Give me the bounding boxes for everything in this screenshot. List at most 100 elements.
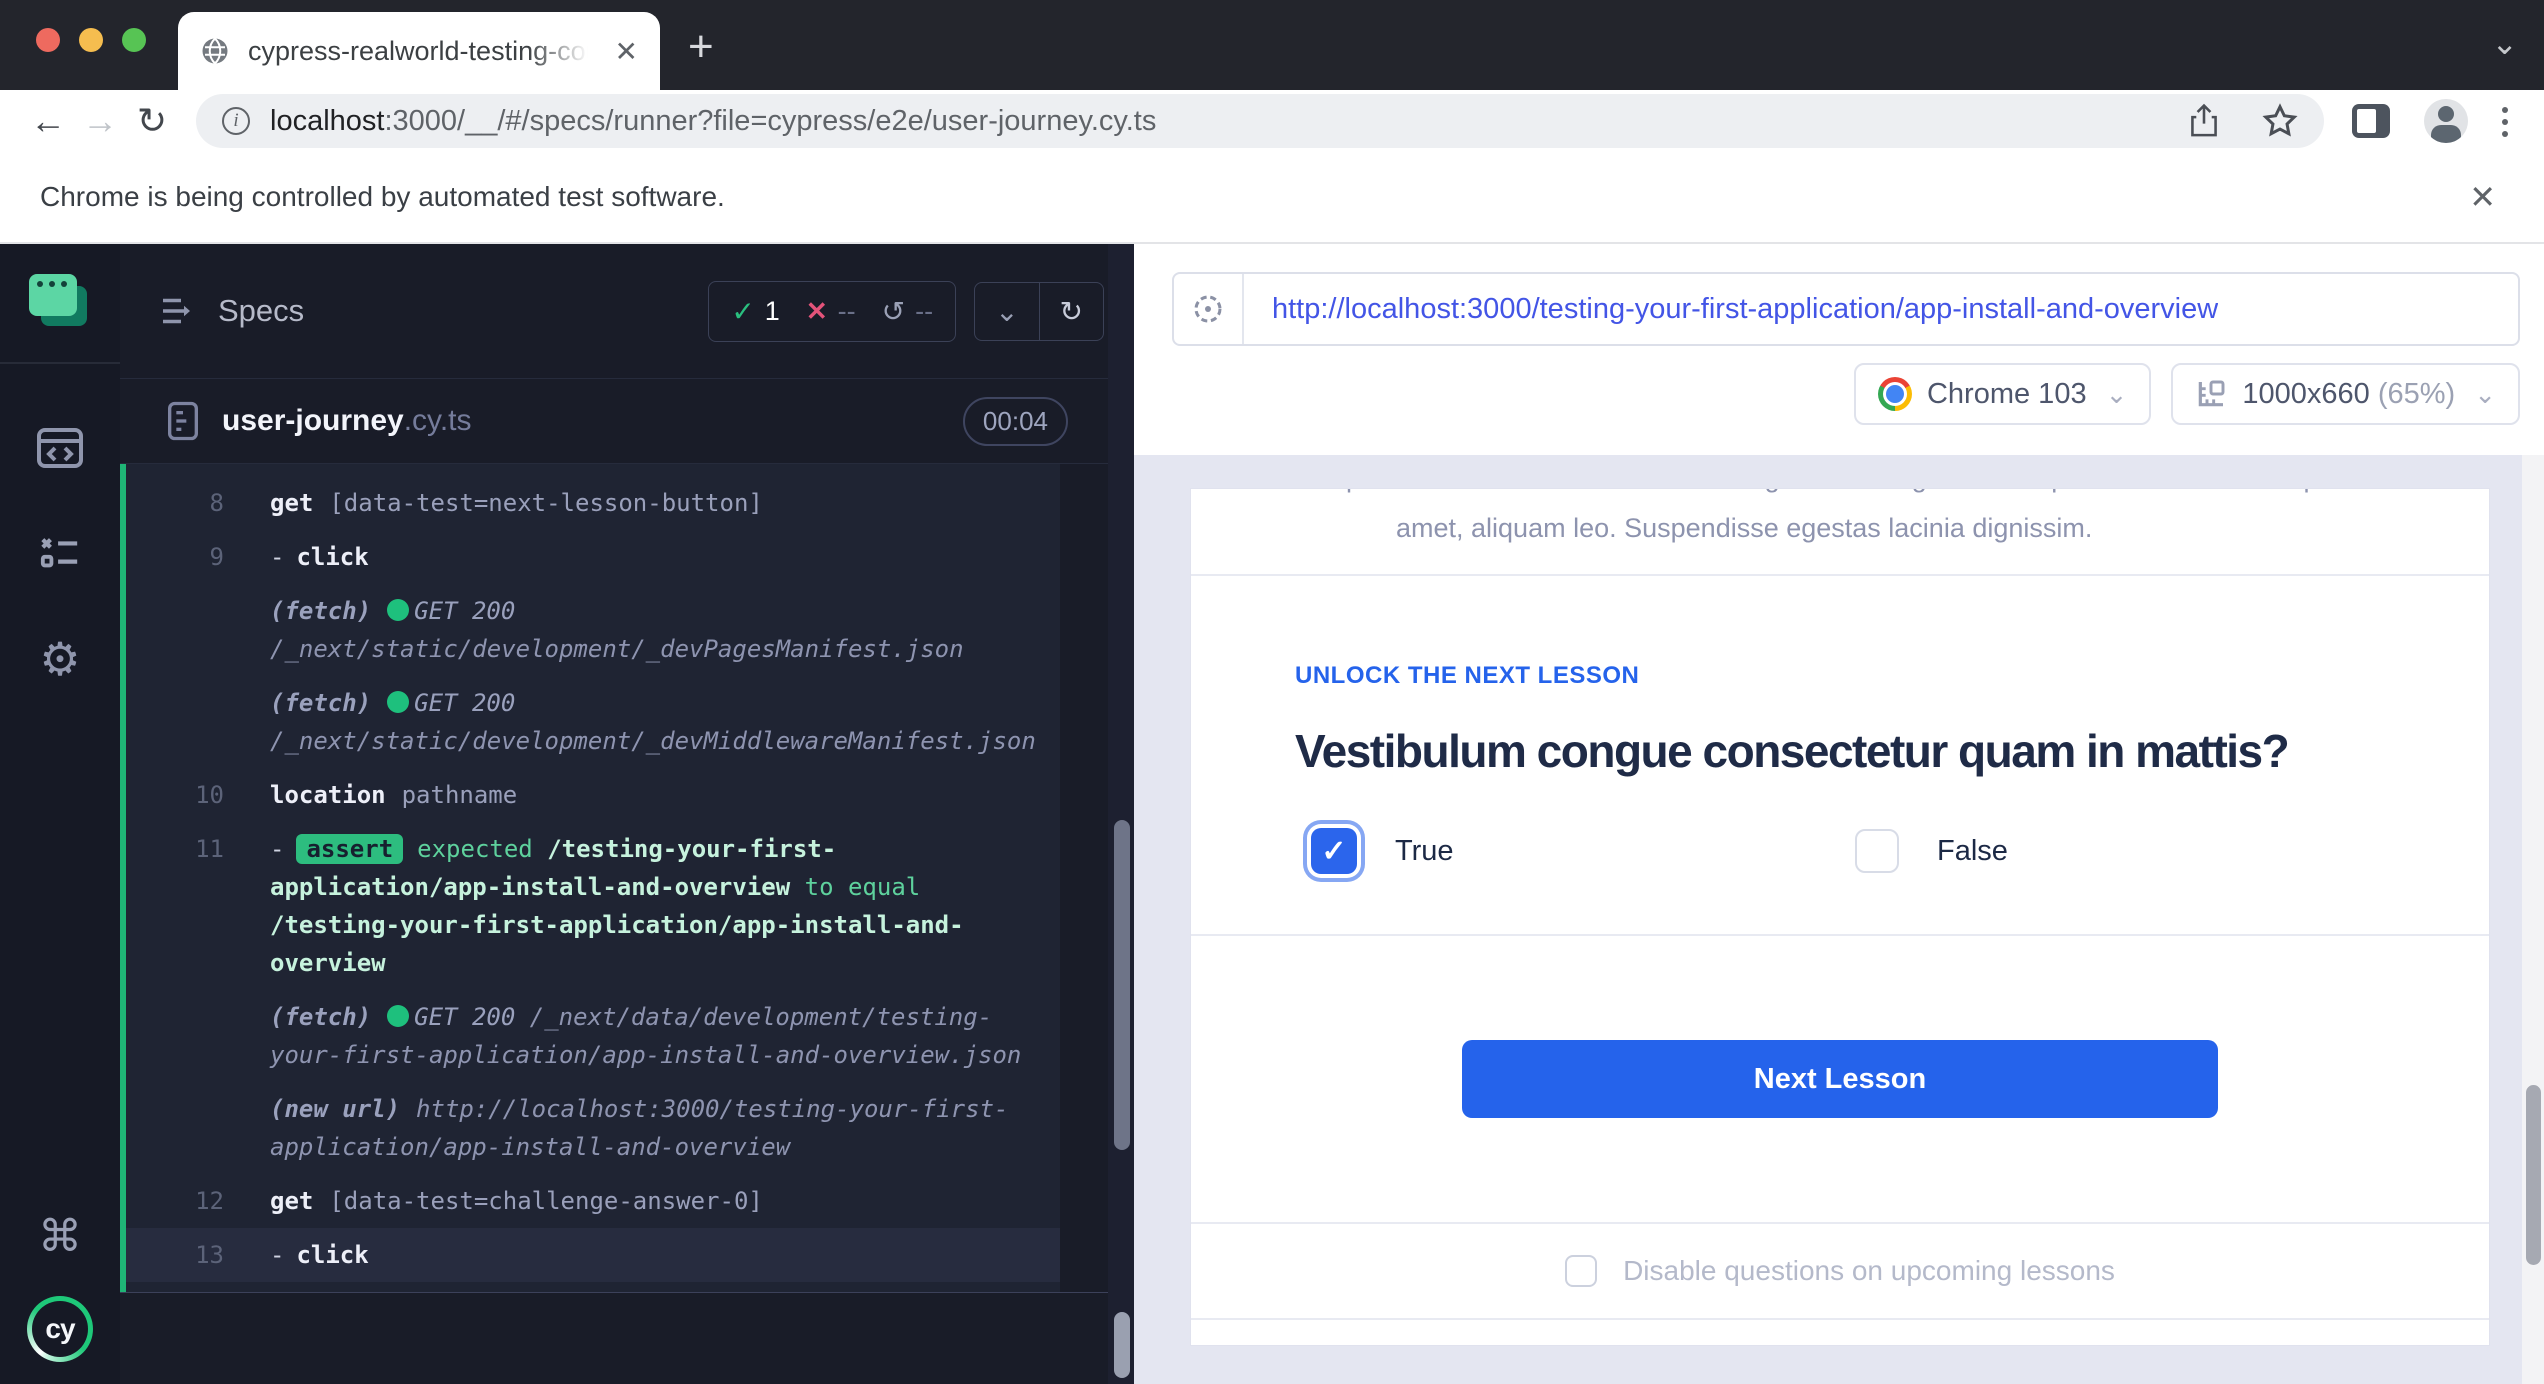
specs-header: Specs ✓1 ✕-- ↺-- ⌄ ↻ [120, 244, 1134, 378]
answer-true[interactable]: ✓ True [1295, 828, 1855, 874]
site-info-icon[interactable]: i [222, 107, 250, 135]
challenge-answers: ✓ True False [1295, 828, 2489, 874]
specs-list-icon[interactable] [160, 296, 196, 326]
reporter-scrollbar[interactable] [1108, 244, 1134, 1384]
browser-tab[interactable]: cypress-realworld-testing-cou ✕ [178, 12, 660, 90]
address-bar[interactable]: i localhost:3000/__/#/specs/runner?file=… [196, 94, 2324, 148]
tabstrip-chevron-icon[interactable]: ⌄ [2491, 24, 2518, 62]
reporter-scrollbar-thumb[interactable] [1114, 820, 1130, 1150]
line-number [126, 998, 270, 1074]
spec-file-name: user-journey.cy.ts [222, 404, 472, 438]
sidebar-item-settings[interactable]: ⚙ [39, 636, 80, 682]
browser-select-label: Chrome 103 [1927, 378, 2087, 411]
specs-title: Specs [218, 293, 304, 329]
viewport-size-label: 1000x660 (65%) [2242, 378, 2455, 411]
passed-check-icon: ✓ [731, 295, 754, 328]
log-command-row-active[interactable]: 13 -click [126, 1228, 1060, 1282]
close-window-button[interactable] [36, 28, 60, 52]
line-number: 11 [126, 830, 270, 982]
minimize-window-button[interactable] [79, 28, 103, 52]
checkbox-false-unchecked[interactable] [1855, 829, 1899, 873]
log-event-row[interactable]: (fetch)GET 200 /_next/data/development/t… [126, 990, 1060, 1082]
command-log: 8 get[data-test=next-lesson-button] 9 -c… [120, 464, 1060, 1292]
aut-url-bar: http://localhost:3000/testing-your-first… [1172, 272, 2520, 346]
reporter-actions: ⌄ ↻ [974, 282, 1104, 341]
status-dot-icon [387, 1005, 409, 1027]
cypress-app-logo[interactable] [29, 274, 91, 332]
status-dot-icon [387, 691, 409, 713]
stat-passed: ✓1 [731, 295, 780, 328]
infobar-message: Chrome is being controlled by automated … [40, 181, 725, 213]
aut-scrollbar[interactable] [2522, 455, 2544, 1384]
keyboard-shortcuts-icon[interactable]: ⌘ [38, 1211, 82, 1262]
clipped-paragraph: porttitor lectus nibh. Cras ultricies li… [1346, 489, 2334, 501]
log-event-row[interactable]: (new url)http://localhost:3000/testing-y… [126, 1082, 1060, 1174]
profile-avatar[interactable] [2424, 99, 2468, 143]
answer-false[interactable]: False [1855, 828, 2415, 874]
line-number [126, 684, 270, 760]
maximize-window-button[interactable] [122, 28, 146, 52]
infobar-close-icon[interactable]: ✕ [2469, 178, 2496, 216]
aut-viewport: porttitor lectus nibh. Cras ultricies li… [1190, 488, 2490, 1346]
log-command-row[interactable]: 10 locationpathname [126, 768, 1060, 822]
disable-questions-section: Disable questions on upcoming lessons [1191, 1224, 2489, 1320]
line-number: 10 [126, 776, 270, 814]
side-panel-icon[interactable] [2352, 104, 2390, 138]
viewport-select[interactable]: 1000x660 (65%) ⌄ [2171, 363, 2520, 425]
cypress-cy-logo[interactable]: cy [27, 1296, 93, 1362]
browser-select[interactable]: Chrome 103 ⌄ [1854, 363, 2151, 425]
checkbox-true-checked[interactable]: ✓ [1311, 828, 1357, 874]
log-command-row[interactable]: 12 get[data-test=challenge-answer-0] [126, 1174, 1060, 1228]
log-command-row[interactable]: 9 -click [126, 530, 1060, 584]
share-icon[interactable] [2188, 103, 2220, 139]
new-tab-button[interactable]: + [688, 22, 714, 72]
next-lesson-button[interactable]: Next Lesson [1462, 1040, 2218, 1118]
spec-file-row[interactable]: user-journey.cy.ts 00:04 [120, 378, 1134, 464]
log-assert-row[interactable]: 11 -assertexpected /testing-your-first-a… [126, 822, 1060, 990]
aut-controls: Chrome 103 ⌄ 1000x660 (65%) ⌄ [1172, 363, 2520, 425]
log-event-row[interactable]: (fetch)GET 200 /_next/static/development… [126, 584, 1060, 676]
line-number: 13 [126, 1236, 270, 1274]
failed-x-icon: ✕ [806, 296, 828, 327]
line-number [126, 592, 270, 668]
line-number: 8 [126, 484, 270, 522]
challenge-question: Vestibulum congue consectetur quam in ma… [1295, 724, 2489, 778]
log-event-row[interactable]: (fetch)GET 200 /_next/static/development… [126, 676, 1060, 768]
disable-questions-checkbox[interactable] [1565, 1255, 1597, 1287]
rerun-tests-icon[interactable]: ↻ [1039, 283, 1103, 340]
spec-file-icon [166, 401, 200, 441]
tab-favicon-globe-icon [200, 36, 230, 66]
selector-playground-button[interactable] [1174, 274, 1244, 344]
bookmark-star-icon[interactable] [2262, 103, 2298, 139]
status-dot-icon [387, 599, 409, 621]
chrome-logo-icon [1878, 377, 1912, 411]
automation-infobar: Chrome is being controlled by automated … [0, 152, 2544, 244]
reload-button[interactable]: ↻ [126, 100, 178, 142]
line-number: 9 [126, 538, 270, 576]
forward-button[interactable]: → [74, 100, 126, 142]
collapse-chevron-icon[interactable]: ⌄ [975, 283, 1038, 340]
ruler-icon [2195, 378, 2227, 410]
line-number [126, 1090, 270, 1166]
aut-stage: porttitor lectus nibh. Cras ultricies li… [1134, 455, 2544, 1384]
log-command-row[interactable]: 8 get[data-test=next-lesson-button] [126, 476, 1060, 530]
lesson-paragraph: amet, aliquam leo. Suspendisse egestas l… [1396, 513, 2334, 544]
sidebar-item-runs[interactable] [37, 532, 83, 574]
reporter-scrollbar-thumb-lower[interactable] [1114, 1312, 1130, 1378]
tab-close-icon[interactable]: ✕ [615, 35, 638, 68]
sidebar-item-specs[interactable] [36, 426, 84, 470]
aut-url-text[interactable]: http://localhost:3000/testing-your-first… [1244, 293, 2218, 326]
assert-badge: assert [296, 834, 403, 864]
line-number: 12 [126, 1182, 270, 1220]
tab-title-fade [528, 36, 588, 67]
stat-pending: ↺-- [882, 295, 933, 328]
aut-panel: http://localhost:3000/testing-your-first… [1134, 244, 2544, 1384]
chevron-down-icon: ⌄ [2474, 379, 2496, 410]
crosshair-icon [1190, 291, 1226, 327]
back-button[interactable]: ← [22, 100, 74, 142]
unlock-eyebrow: UNLOCK THE NEXT LESSON [1295, 662, 2489, 690]
aut-scrollbar-thumb[interactable] [2526, 1085, 2541, 1265]
disable-questions-label: Disable questions on upcoming lessons [1623, 1255, 2115, 1287]
spec-stats: ✓1 ✕-- ↺-- [708, 281, 956, 342]
browser-menu-icon[interactable] [2502, 105, 2522, 137]
